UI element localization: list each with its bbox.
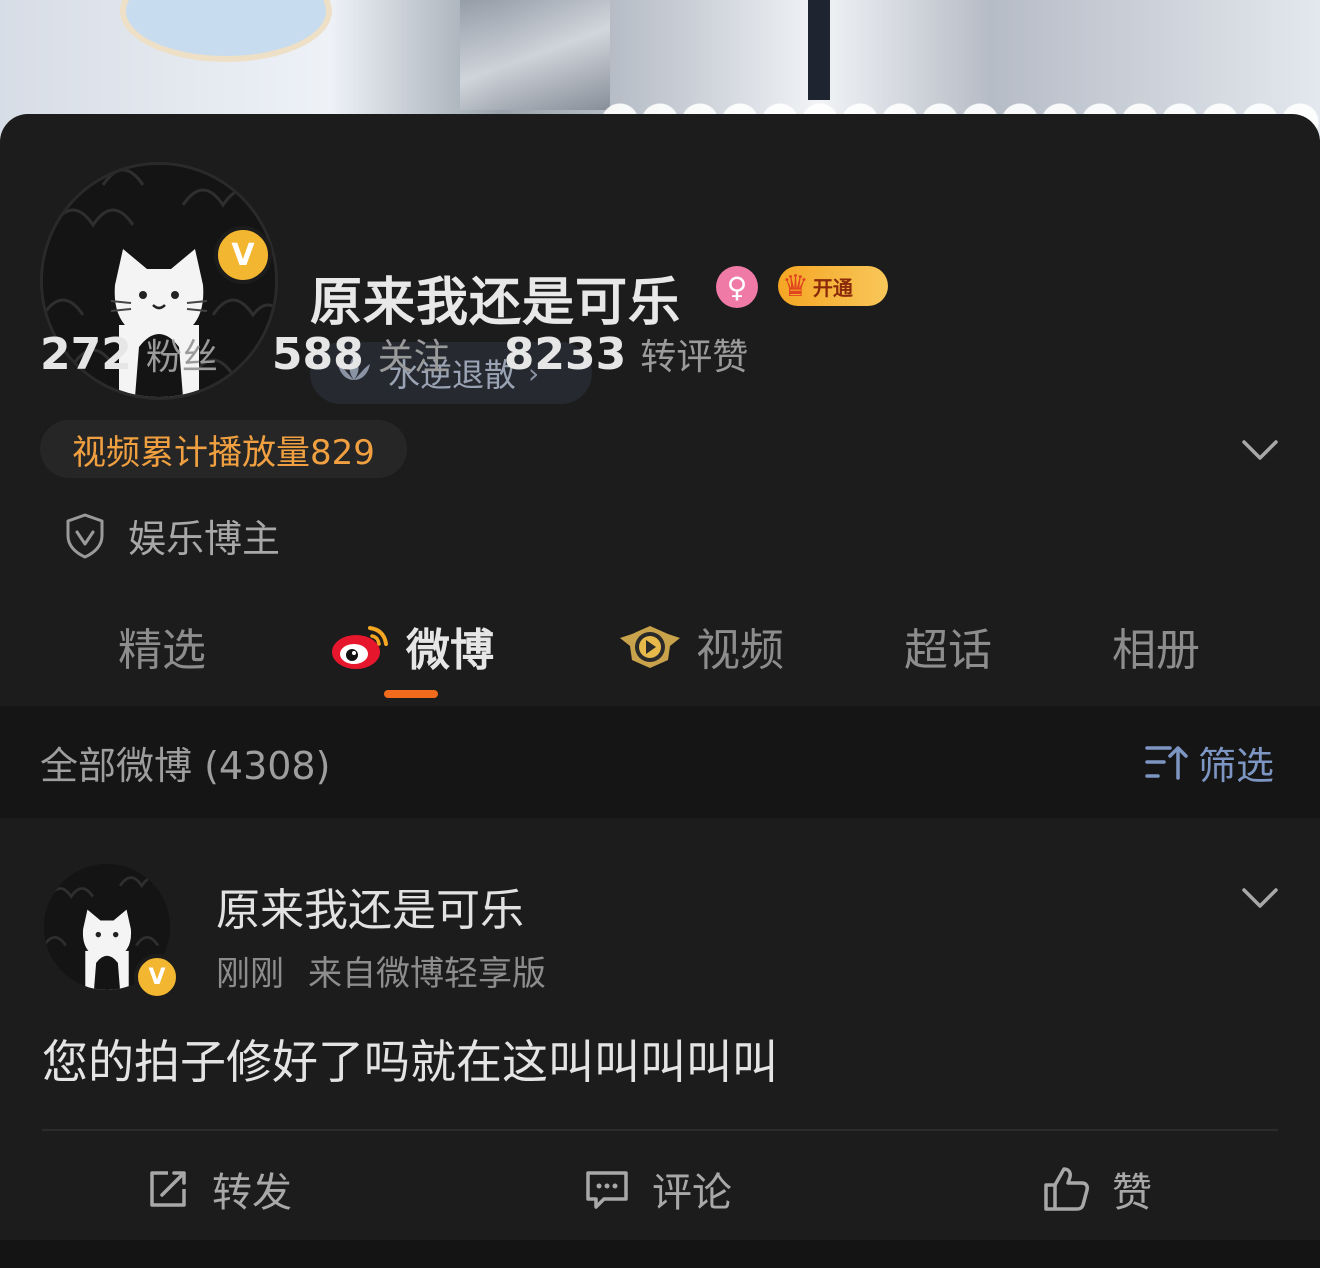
tab-label: 超话 — [904, 625, 992, 676]
profile-tabs: 精选 微博 视频 超话 相册 — [0, 600, 1320, 700]
stat-label: 转评赞 — [640, 337, 749, 378]
active-tab-indicator — [384, 690, 438, 698]
repost-icon — [150, 1171, 186, 1207]
stat-value: 272 — [40, 329, 132, 380]
post-author-name[interactable]: 原来我还是可乐 — [216, 874, 524, 938]
filter-icon — [1145, 746, 1188, 780]
filter-button[interactable]: 筛选 — [1144, 735, 1274, 790]
repost-button[interactable]: 转发 — [146, 1160, 292, 1218]
cover-cookie-decoration — [120, 0, 332, 62]
creator-tag[interactable]: 娱乐博主 — [64, 508, 280, 563]
post-count-label[interactable]: 全部微博 (4308) — [40, 735, 330, 790]
like-button[interactable]: 赞 — [1042, 1160, 1152, 1218]
verified-badge-icon: V — [214, 226, 272, 284]
vip-open-label: 开通 — [812, 275, 853, 300]
stat-following[interactable]: 588 关注 — [272, 328, 450, 380]
stat-label: 关注 — [377, 337, 450, 378]
verified-badge-icon: V — [134, 954, 180, 1000]
feed-separator — [0, 1240, 1320, 1268]
cover-photo-tie — [808, 0, 830, 100]
gender-female-icon: ♀ — [716, 266, 758, 308]
tab-label: 精选 — [118, 625, 206, 676]
stat-label: 粉丝 — [145, 337, 218, 378]
vip-open-button[interactable]: ♛ 开通 — [778, 266, 888, 306]
chevron-down-icon[interactable] — [1240, 878, 1280, 918]
post-meta: 刚刚 来自微博轻享版 — [216, 946, 546, 995]
post-source: 来自微博轻享版 — [308, 954, 546, 994]
like-icon — [1044, 1167, 1089, 1211]
feed-post[interactable]: V 原来我还是可乐 刚刚 来自微博轻享版 您的拍子修好了吗就在这叫叫叫叫叫 转发 — [0, 818, 1320, 1240]
profile-username: 原来我还是可乐 — [310, 273, 682, 333]
repost-label: 转发 — [212, 1170, 292, 1216]
vip-crown-icon: ♛ — [782, 268, 809, 304]
cover-photo-figure — [460, 0, 610, 110]
post-divider — [42, 1129, 1278, 1131]
tab-video[interactable]: 视频 — [618, 614, 784, 678]
comment-button[interactable]: 评论 — [584, 1160, 732, 1218]
stat-followers[interactable]: 272 粉丝 — [40, 328, 218, 380]
tab-featured[interactable]: 精选 — [118, 614, 206, 678]
creator-tag-label: 娱乐博主 — [128, 517, 281, 561]
like-label: 赞 — [1112, 1170, 1152, 1216]
tab-super-topic[interactable]: 超话 — [904, 614, 992, 678]
tab-weibo[interactable]: 微博 — [330, 614, 494, 678]
video-play-icon — [620, 626, 680, 668]
shield-check-icon — [66, 513, 104, 558]
video-plays-badge[interactable]: 视频累计播放量829 — [40, 420, 407, 478]
tab-album[interactable]: 相册 — [1112, 614, 1200, 678]
feed-filter-bar: 全部微博 (4308) 筛选 — [0, 706, 1320, 818]
stat-interactions[interactable]: 8233 转评赞 — [504, 328, 748, 380]
profile-stats: 272 粉丝 588 关注 8233 转评赞 — [40, 328, 802, 380]
tab-label: 微博 — [406, 625, 494, 676]
stat-value: 8233 — [503, 329, 627, 380]
filter-label: 筛选 — [1197, 743, 1274, 788]
profile-page: V 原来我还是可乐 ♀ ♛ 开通 水逆退散 › 272 粉丝 588 关注 82… — [0, 0, 1320, 1268]
tab-label: 视频 — [696, 625, 784, 676]
post-content: 您的拍子修好了吗就在这叫叫叫叫叫 — [42, 1035, 778, 1089]
post-actions: 转发 评论 赞 — [0, 1140, 1320, 1240]
weibo-logo-icon — [332, 626, 388, 669]
comment-label: 评论 — [652, 1170, 732, 1216]
stat-value: 588 — [271, 329, 364, 380]
post-time: 刚刚 — [216, 954, 284, 994]
chevron-down-icon[interactable] — [1240, 430, 1280, 470]
tab-label: 相册 — [1112, 625, 1200, 676]
comment-icon — [586, 1171, 628, 1209]
